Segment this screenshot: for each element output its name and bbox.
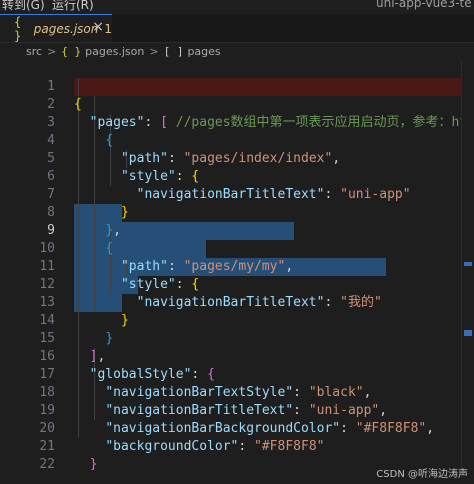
code-line: 8 }, [0,186,474,238]
menu-bar: 转到(G) 运行(R) uni-app-vue3-te [0,0,474,14]
menu-run[interactable]: 运行(R) [52,0,94,13]
tab-pages-json[interactable]: { } pages.json 1 × [0,14,112,43]
breadcrumb-src[interactable]: src [26,45,42,58]
breadcrumb: src > { } pages.json > [ ] pages [0,42,474,60]
code-line: 5 "style": { [0,132,474,184]
line-number: 22 [39,457,55,470]
breadcrumb-file[interactable]: pages.json [85,45,144,58]
overview-ruler-mark [464,330,472,336]
code-line: 22 } [0,438,474,470]
code-line: 11 "style": { [0,240,474,292]
array-symbol-icon: [ ] [163,44,184,58]
code-line: 6 "navigationBarTitleText": "uni-app" [0,150,474,202]
code-line: 19 "navigationBarBackgroundColor": "#F8F… [0,384,474,436]
code-line: 17 "navigationBarTextStyle": "black", [0,348,474,400]
code-line: 1 { [0,60,474,112]
code-line: 13 } [0,276,474,328]
breadcrumb-node[interactable]: pages [187,45,220,58]
watermark: CSDN @听海边涛声 [376,469,468,480]
code-line: 7 } [0,168,474,220]
problem-count-badge: 1 [104,21,112,36]
code-line: 12 "navigationBarTitleText": "我的" [0,258,474,310]
code-line: 4 "path": "pages/index/index", [0,114,474,166]
chevron-right-icon: > [47,44,57,58]
menu-goto[interactable]: 转到(G) [2,0,45,13]
code-line: 2 "pages": [ //pages数组中第一项表示应用启动页，参考：ht [0,78,474,130]
chevron-right-icon: > [149,44,159,58]
code-line: 9 { [0,204,474,256]
code-line: 16 "globalStyle": { [0,330,474,382]
close-icon[interactable]: × [92,19,104,35]
code-line: 21 } [0,420,474,470]
json-file-icon: { } [14,14,22,43]
overview-ruler-mark [464,262,472,266]
code-line: 14 } [0,294,474,346]
code-line: 18 "navigationBarTitleText": "uni-app", [0,366,474,418]
code-line: 3 { [0,96,474,148]
json-file-icon: { } [61,44,82,58]
tab-label: pages.json [33,21,99,36]
window-title: uni-app-vue3-te [376,0,472,10]
code-editor[interactable]: 1 { 2 "pages": [ //pages数组中第一项表示应用启动页，参考… [0,60,474,470]
tab-bar: { } pages.json 1 × [0,14,474,43]
code-line: 20 "backgroundColor": "#F8F8F8" [0,402,474,454]
code-line: 10 "path": "pages/my/my", [0,222,474,274]
code-line: 15 ], [0,312,474,364]
